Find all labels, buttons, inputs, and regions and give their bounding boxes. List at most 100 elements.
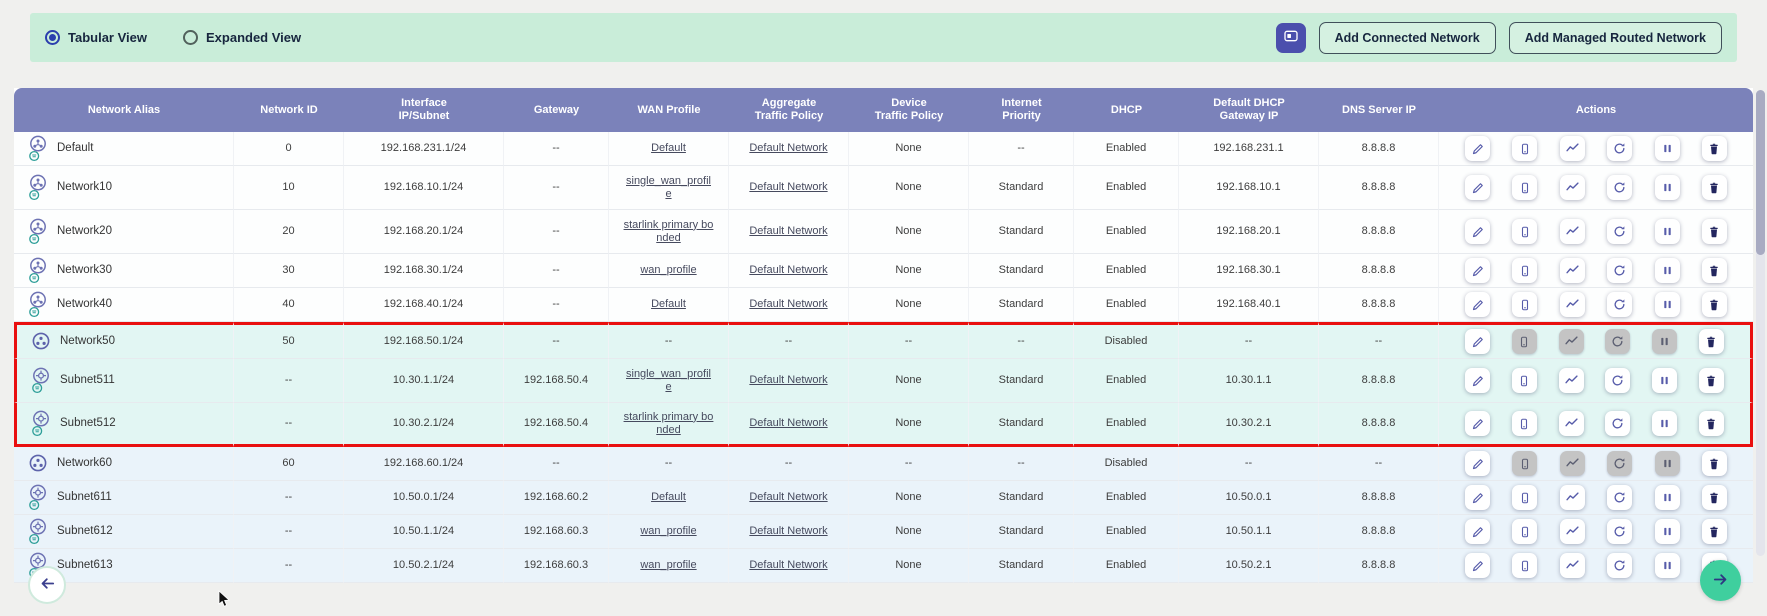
wan-profile-link[interactable]: wan_profile — [640, 264, 696, 276]
pause-action-button[interactable] — [1655, 258, 1680, 283]
pause-action-button[interactable] — [1655, 485, 1680, 510]
pause-action-button[interactable] — [1652, 411, 1677, 436]
view-mode-radio-group: Tabular View Expanded View — [45, 30, 301, 45]
next-page-button[interactable] — [1700, 560, 1741, 601]
add-connected-network-button[interactable]: Add Connected Network — [1319, 22, 1496, 54]
edit-action-button[interactable] — [1465, 451, 1490, 476]
add-managed-routed-network-button[interactable]: Add Managed Routed Network — [1509, 22, 1722, 54]
wan-profile-link[interactable]: Default — [651, 491, 686, 503]
clients-action-button[interactable] — [1512, 292, 1537, 317]
traffic-action-button[interactable] — [1560, 485, 1585, 510]
grid-view-button[interactable] — [1276, 23, 1306, 53]
aggregate-policy-link[interactable]: Default Network — [749, 374, 827, 386]
edit-action-button[interactable] — [1465, 553, 1490, 578]
clients-action-button[interactable] — [1512, 485, 1537, 510]
pause-action-button[interactable] — [1655, 175, 1680, 200]
edit-action-button[interactable] — [1465, 219, 1490, 244]
refresh-action-button[interactable] — [1607, 485, 1632, 510]
clients-action-button[interactable] — [1512, 411, 1537, 436]
traffic-action-button[interactable] — [1560, 519, 1585, 544]
cell-gateway: -- — [504, 210, 609, 254]
traffic-action-button[interactable] — [1560, 219, 1585, 244]
traffic-action-button[interactable] — [1559, 411, 1584, 436]
aggregate-policy-link[interactable]: Default Network — [749, 298, 827, 310]
delete-action-button[interactable] — [1702, 519, 1727, 544]
aggregate-policy-link[interactable]: Default Network — [749, 417, 827, 429]
cell-device-policy: None — [849, 210, 969, 254]
aggregate-policy-link[interactable]: Default Network — [749, 491, 827, 503]
aggregate-policy-link[interactable]: Default Network — [749, 525, 827, 537]
wan-profile-link[interactable]: Default — [651, 298, 686, 310]
traffic-action-button[interactable] — [1560, 292, 1585, 317]
wan-profile-link[interactable]: single_wan_profile — [626, 175, 711, 200]
clients-action-button[interactable] — [1512, 175, 1537, 200]
clients-action-button[interactable] — [1512, 368, 1537, 393]
refresh-action-button[interactable] — [1607, 175, 1632, 200]
refresh-action-button[interactable] — [1607, 292, 1632, 317]
refresh-action-button[interactable] — [1607, 258, 1632, 283]
delete-action-button[interactable] — [1699, 329, 1724, 354]
device-icon — [1519, 560, 1531, 572]
wan-profile-link[interactable]: single_wan_profile — [626, 368, 711, 393]
edit-action-button[interactable] — [1465, 258, 1490, 283]
clients-action-button[interactable] — [1512, 219, 1537, 244]
delete-action-button[interactable] — [1699, 411, 1724, 436]
clients-action-button[interactable] — [1512, 519, 1537, 544]
edit-action-button[interactable] — [1465, 329, 1490, 354]
wan-profile-link[interactable]: starlink primary bonded — [624, 411, 714, 436]
edit-action-button[interactable] — [1465, 175, 1490, 200]
delete-action-button[interactable] — [1699, 368, 1724, 393]
wan-profile-link[interactable]: starlink primary bonded — [624, 219, 714, 244]
scrollbar-thumb[interactable] — [1756, 90, 1765, 255]
device-icon — [1518, 336, 1530, 348]
clients-action-button[interactable] — [1512, 136, 1537, 161]
refresh-action-button[interactable] — [1605, 368, 1630, 393]
wan-profile-link[interactable]: Default — [651, 142, 686, 154]
refresh-action-button[interactable] — [1607, 519, 1632, 544]
traffic-action-button[interactable] — [1560, 136, 1585, 161]
refresh-action-button[interactable] — [1605, 411, 1630, 436]
traffic-action-button[interactable] — [1559, 368, 1584, 393]
clients-action-button[interactable] — [1512, 553, 1537, 578]
pause-action-button[interactable] — [1655, 136, 1680, 161]
delete-action-button[interactable] — [1702, 451, 1727, 476]
delete-action-button[interactable] — [1702, 485, 1727, 510]
edit-action-button[interactable] — [1465, 136, 1490, 161]
aggregate-policy-link[interactable]: Default Network — [749, 142, 827, 154]
edit-action-button[interactable] — [1465, 485, 1490, 510]
network-alias: Network30 — [57, 264, 112, 277]
traffic-action-button[interactable] — [1560, 175, 1585, 200]
refresh-action-button[interactable] — [1607, 553, 1632, 578]
edit-action-button[interactable] — [1465, 519, 1490, 544]
aggregate-policy-link[interactable]: Default Network — [749, 559, 827, 571]
aggregate-policy-link[interactable]: Default Network — [749, 225, 827, 237]
delete-action-button[interactable] — [1702, 292, 1727, 317]
delete-action-button[interactable] — [1702, 136, 1727, 161]
delete-action-button[interactable] — [1702, 219, 1727, 244]
radio-tabular-view[interactable]: Tabular View — [45, 30, 147, 45]
pause-action-button[interactable] — [1655, 292, 1680, 317]
traffic-action-button[interactable] — [1560, 553, 1585, 578]
clients-action-button[interactable] — [1512, 258, 1537, 283]
pause-action-button[interactable] — [1655, 553, 1680, 578]
aggregate-policy-link[interactable]: Default Network — [749, 181, 827, 193]
refresh-action-button[interactable] — [1607, 219, 1632, 244]
pause-action-button[interactable] — [1655, 519, 1680, 544]
delete-action-button[interactable] — [1702, 258, 1727, 283]
edit-action-button[interactable] — [1465, 368, 1490, 393]
table-scrollbar[interactable] — [1756, 90, 1765, 556]
wan-profile-link[interactable]: wan_profile — [640, 559, 696, 571]
traffic-action-button[interactable] — [1560, 258, 1585, 283]
aggregate-policy-link[interactable]: Default Network — [749, 264, 827, 276]
pencil-icon — [1472, 560, 1484, 572]
pause-action-button[interactable] — [1652, 368, 1677, 393]
cell-dhcp: Enabled — [1074, 359, 1179, 403]
wan-profile-link[interactable]: wan_profile — [640, 525, 696, 537]
edit-action-button[interactable] — [1465, 292, 1490, 317]
radio-expanded-view[interactable]: Expanded View — [183, 30, 301, 45]
refresh-action-button[interactable] — [1607, 136, 1632, 161]
edit-action-button[interactable] — [1465, 411, 1490, 436]
delete-action-button[interactable] — [1702, 175, 1727, 200]
previous-page-button[interactable] — [28, 566, 66, 604]
pause-action-button[interactable] — [1655, 219, 1680, 244]
